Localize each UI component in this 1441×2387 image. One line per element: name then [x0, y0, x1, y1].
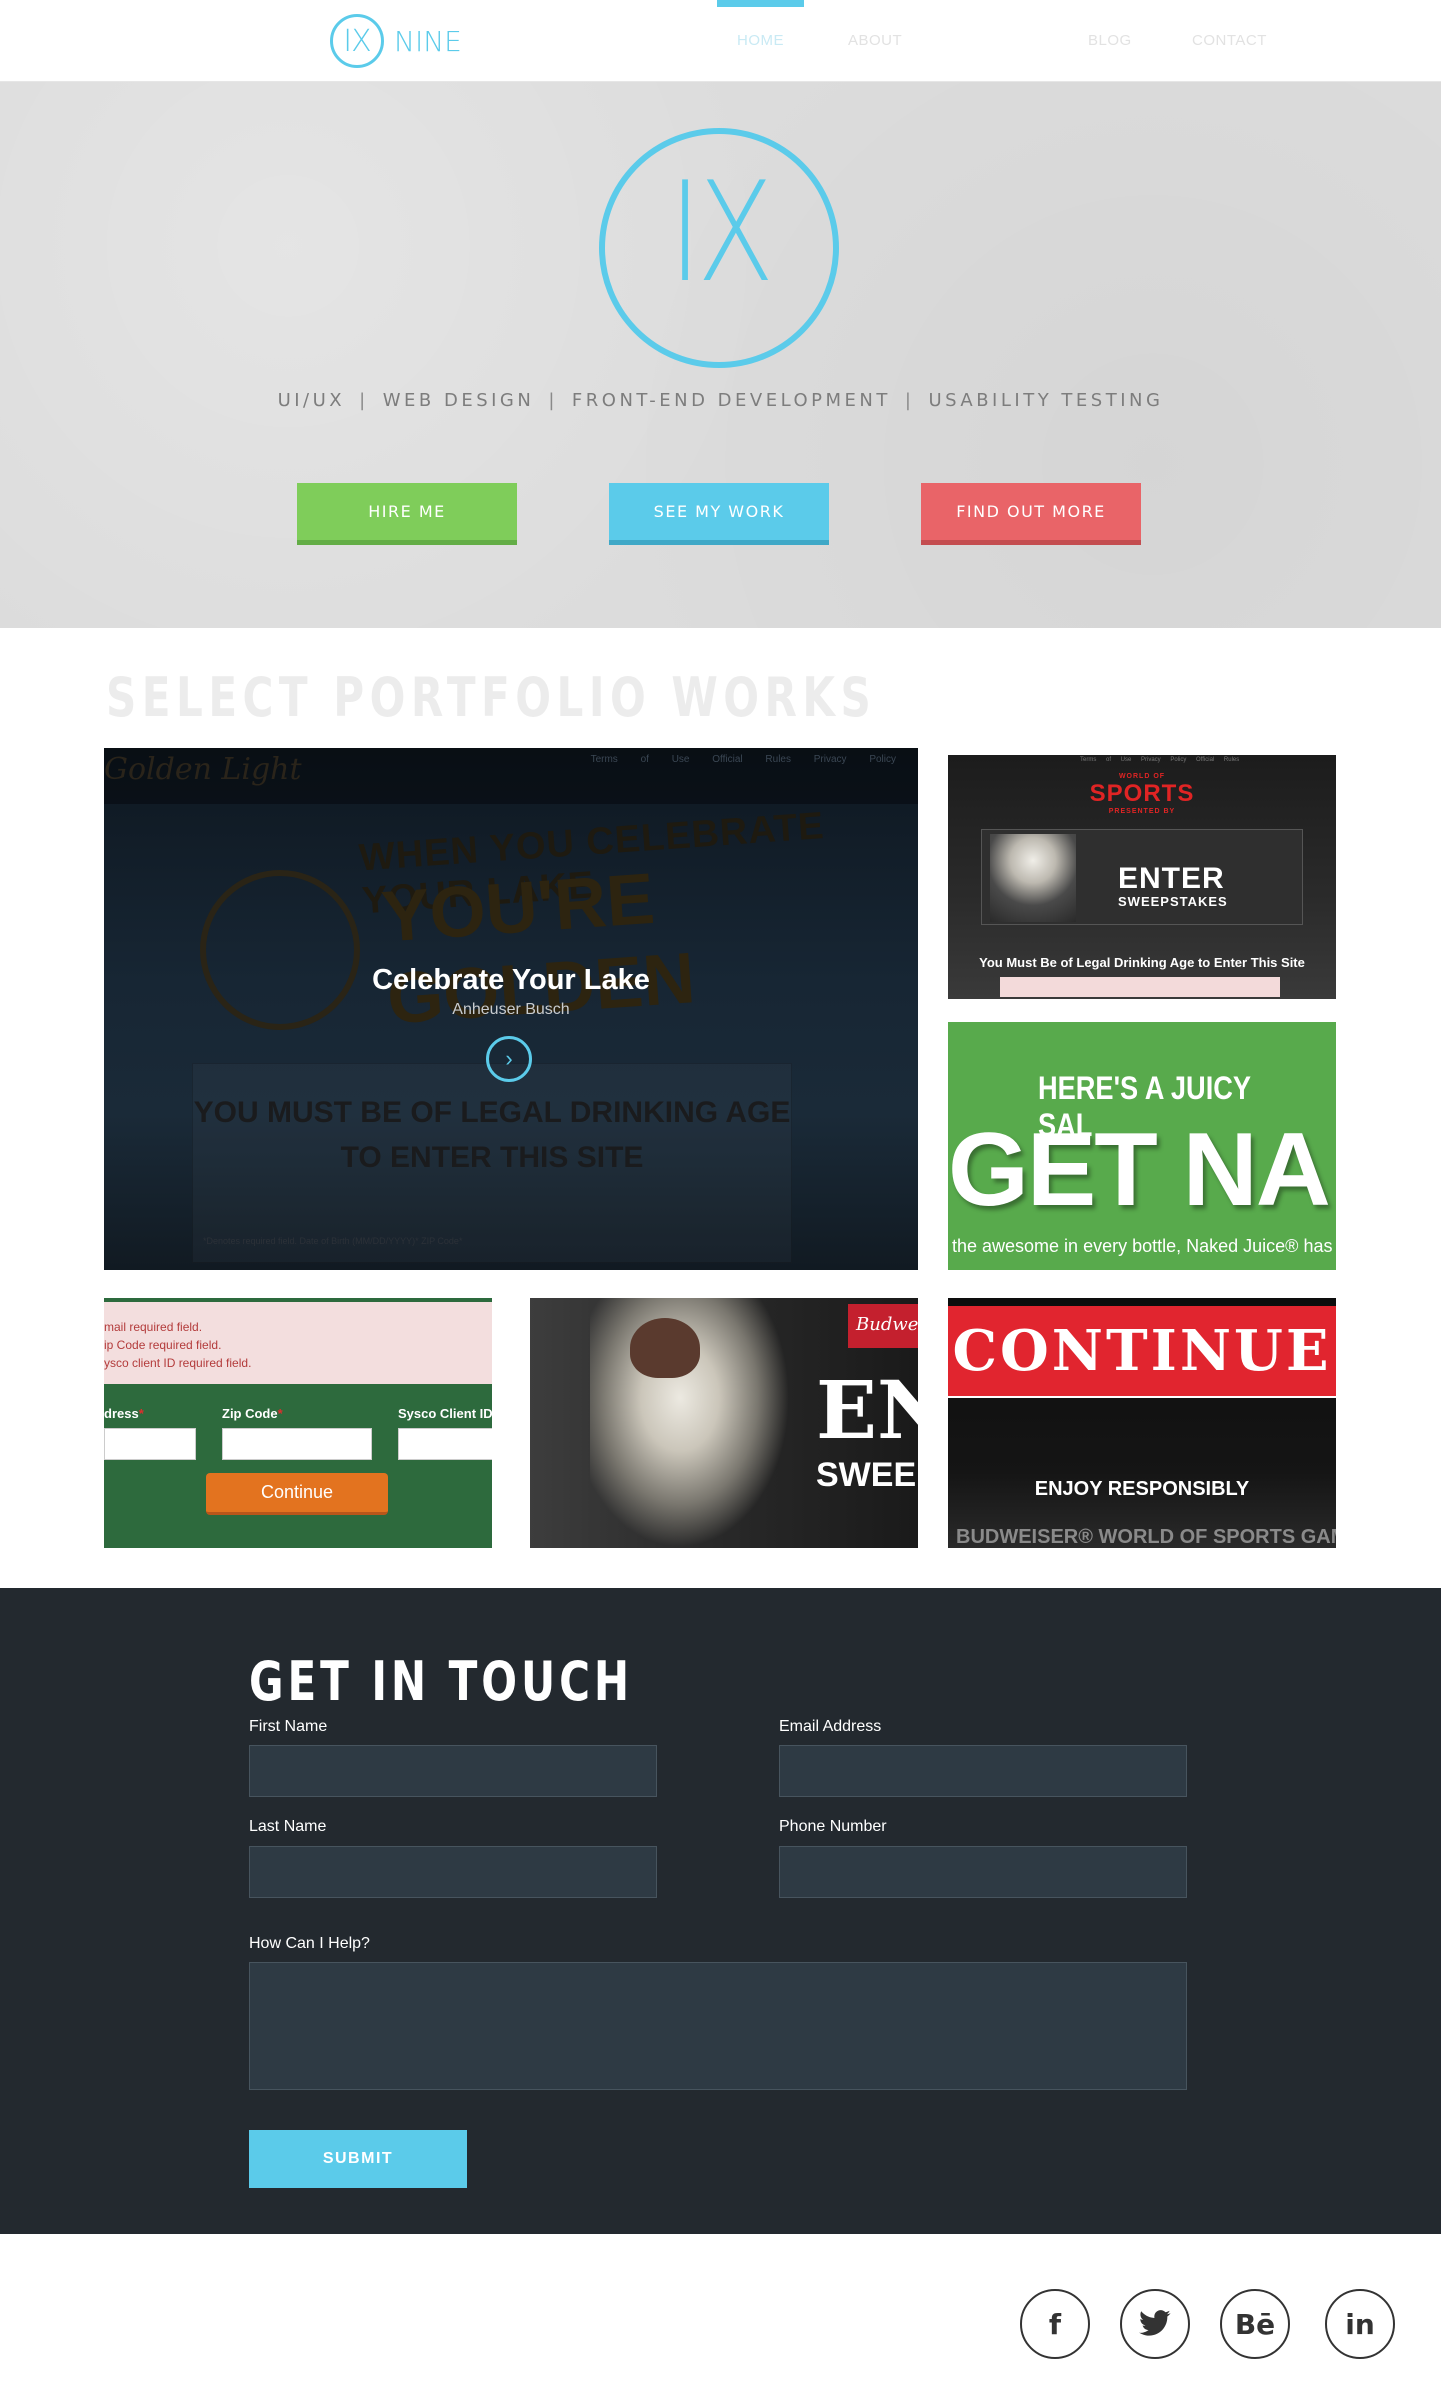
last-name-field[interactable]	[249, 1846, 657, 1898]
naked-tagline: the awesome in every bottle, Naked Juice…	[952, 1236, 1333, 1256]
enjoy-responsibly: ENJOY RESPONSIBLY	[1034, 1478, 1250, 1500]
budweiser-logo: Budwei	[848, 1304, 918, 1348]
contact-title: GET IN TOUCH	[249, 1650, 634, 1713]
zip-label: Zip Code*	[222, 1406, 283, 1421]
zip-label-text: Zip Code	[222, 1406, 278, 1421]
first-name-field[interactable]	[249, 1745, 657, 1797]
logo[interactable]: IX NINE	[330, 14, 462, 68]
continue-button: Continue	[206, 1473, 388, 1515]
hero: IX UI/UX | WEB DESIGN | FRONT-END DEVELOPMEN…	[0, 82, 1441, 628]
age-gate-fields: *Denotes required field. Date of Birth (…	[203, 1236, 463, 1246]
nav-home[interactable]: HOME	[717, 0, 804, 82]
contact-section: GET IN TOUCH First Name Email Address La…	[0, 1588, 1441, 2234]
portfolio-item-cricket-sweepstakes[interactable]: Budwei EN SWEE	[530, 1298, 918, 1548]
portfolio-item-continue[interactable]: CONTINUE ENJOY RESPONSIBLY BUDWEISER® WO…	[948, 1298, 1336, 1548]
get-naked-text: GET NA	[948, 1112, 1331, 1228]
service-front-end: FRONT-END DEVELOPMENT	[571, 390, 891, 411]
sysco-id-label: Sysco Client ID	[398, 1406, 492, 1421]
first-name-label: First Name	[249, 1718, 328, 1735]
nav-blog[interactable]: BLOG	[1088, 0, 1132, 82]
nav-about[interactable]: ABOUT	[848, 0, 902, 82]
error-strip	[1000, 977, 1280, 997]
separator: |	[359, 390, 369, 411]
site-links: Terms of Use Privacy Policy Official Rul…	[1080, 757, 1240, 763]
services-tagline: UI/UX | WEB DESIGN | FRONT-END DEVELOPMENT | U…	[0, 390, 1441, 411]
service-usability: USABILITY TESTING	[928, 390, 1164, 411]
top-nav: IX NINE HOME ABOUT BLOG CONTACT	[0, 0, 1441, 82]
wos-kicker: WORLD OF	[1118, 773, 1166, 780]
brand-logo: Golden Light	[104, 752, 302, 787]
cricket-player-image	[990, 834, 1076, 922]
service-uiux: UI/UX	[277, 390, 346, 411]
wos-title: SPORTS	[1089, 780, 1195, 807]
message-textarea[interactable]	[249, 1962, 1187, 2090]
twitter-icon[interactable]	[1120, 2289, 1190, 2359]
error-list: mail required field. ip Code required fi…	[104, 1298, 492, 1384]
address-label-text: dress	[104, 1406, 139, 1421]
view-project-arrow-icon[interactable]: ›	[486, 1036, 532, 1082]
facebook-icon[interactable]: f	[1020, 2289, 1090, 2359]
legal-notice: You Must Be of Legal Drinking Age to Ent…	[979, 955, 1305, 970]
hero-logo-mark: IX	[668, 152, 774, 313]
address-input	[104, 1428, 196, 1460]
required-mark: *	[277, 1406, 283, 1421]
linkedin-icon[interactable]: in	[1325, 2289, 1395, 2359]
behance-icon[interactable]: Bē	[1220, 2289, 1290, 2359]
logo-text: NINE	[394, 24, 462, 58]
email-label: Email Address	[779, 1718, 882, 1735]
continue-banner: CONTINUE	[948, 1306, 1336, 1398]
phone-label: Phone Number	[779, 1818, 887, 1835]
separator: |	[904, 390, 915, 411]
error-sysco-id: ysco client ID required field.	[104, 1356, 252, 1370]
portfolio-item-naked-juice[interactable]: HERE'S A JUICY SAL GET NA the awesome in…	[948, 1022, 1336, 1270]
project-title: Celebrate Your Lake	[372, 964, 650, 996]
portfolio-item-sysco-form[interactable]: mail required field. ip Code required fi…	[104, 1298, 492, 1548]
service-web-design: WEB DESIGN	[382, 390, 535, 411]
project-client: Anheuser Busch	[452, 1001, 570, 1018]
zip-input	[222, 1428, 372, 1460]
hire-me-button[interactable]: HIRE ME	[297, 483, 517, 545]
age-gate-text: YOU MUST BE OF LEGAL DRINKING AGE TO ENT…	[193, 1096, 791, 1174]
address-label: dress*	[104, 1406, 144, 1421]
message-label: How Can I Help?	[249, 1935, 370, 1952]
helmet-image	[630, 1318, 700, 1378]
portfolio-title: SELECT PORTFOLIO WORKS	[106, 666, 877, 729]
last-name-label: Last Name	[249, 1818, 327, 1835]
logo-mark-icon: IX	[330, 14, 384, 68]
phone-field[interactable]	[779, 1846, 1187, 1898]
see-my-work-button[interactable]: SEE MY WORK	[609, 483, 829, 545]
world-of-sports-logo: WORLD OF SPORTS PRESENTED BY	[948, 773, 1336, 815]
error-zip: ip Code required field.	[104, 1338, 222, 1352]
error-email: mail required field.	[104, 1320, 203, 1334]
site-links: Terms of Use Official Rules Privacy Poli…	[590, 754, 896, 765]
age-gate-card: YOU MUST BE OF LEGAL DRINKING AGE TO ENT…	[192, 1063, 792, 1263]
sweepstakes-text: SWEEPSTAKES	[1118, 894, 1228, 909]
twitter-bird-icon	[1139, 2310, 1171, 2336]
portfolio-item-world-of-sports[interactable]: Terms of Use Privacy Policy Official Rul…	[948, 755, 1336, 999]
game-footer-text: BUDWEISER® WORLD OF SPORTS GAME	[956, 1526, 1336, 1548]
required-mark: *	[138, 1406, 144, 1421]
portfolio-item-celebrate-your-lake[interactable]: Golden Light Terms of Use Official Rules…	[104, 748, 918, 1270]
separator: |	[548, 390, 558, 411]
sweepstakes-text: SWEE	[816, 1456, 917, 1494]
sysco-id-input	[398, 1428, 492, 1460]
submit-button[interactable]: SUBMIT	[249, 2130, 467, 2188]
wos-presented: PRESENTED BY	[1108, 808, 1176, 815]
enter-text: ENTER	[1118, 862, 1225, 895]
enter-panel: ENTER SWEEPSTAKES	[981, 829, 1303, 925]
nav-contact[interactable]: CONTACT	[1192, 0, 1267, 82]
enter-text: EN	[816, 1363, 918, 1457]
email-field[interactable]	[779, 1745, 1187, 1797]
hero-logo-icon: IX	[599, 128, 839, 368]
find-out-more-button[interactable]: FIND OUT MORE	[921, 483, 1141, 545]
